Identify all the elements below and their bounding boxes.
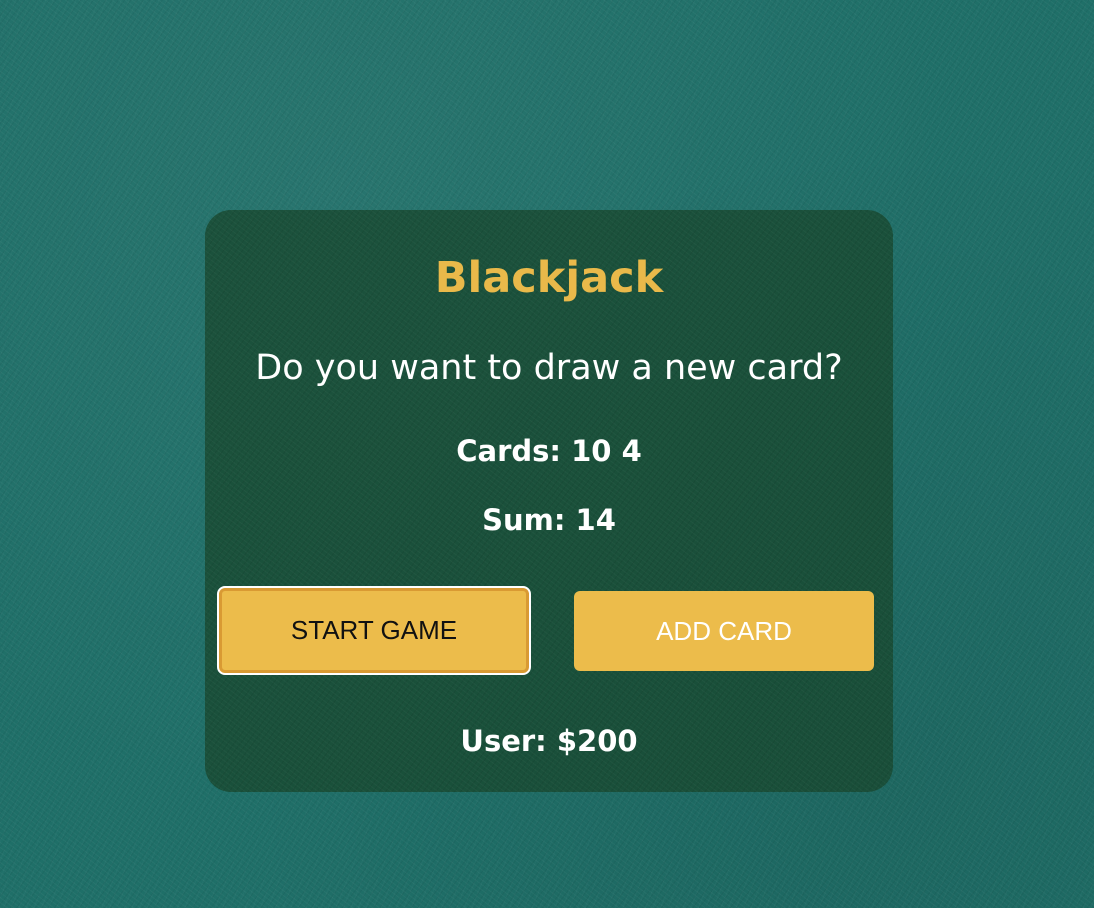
game-panel: Blackjack Do you want to draw a new card… <box>205 210 893 792</box>
game-message: Do you want to draw a new card? <box>255 348 843 388</box>
sum-display: Sum: 14 <box>482 503 616 537</box>
game-title: Blackjack <box>434 253 664 303</box>
player-balance: User: $200 <box>460 724 638 758</box>
add-card-button[interactable]: ADD CARD <box>574 591 874 671</box>
cards-display: Cards: 10 4 <box>456 434 642 468</box>
start-game-button[interactable]: START GAME <box>217 586 531 675</box>
